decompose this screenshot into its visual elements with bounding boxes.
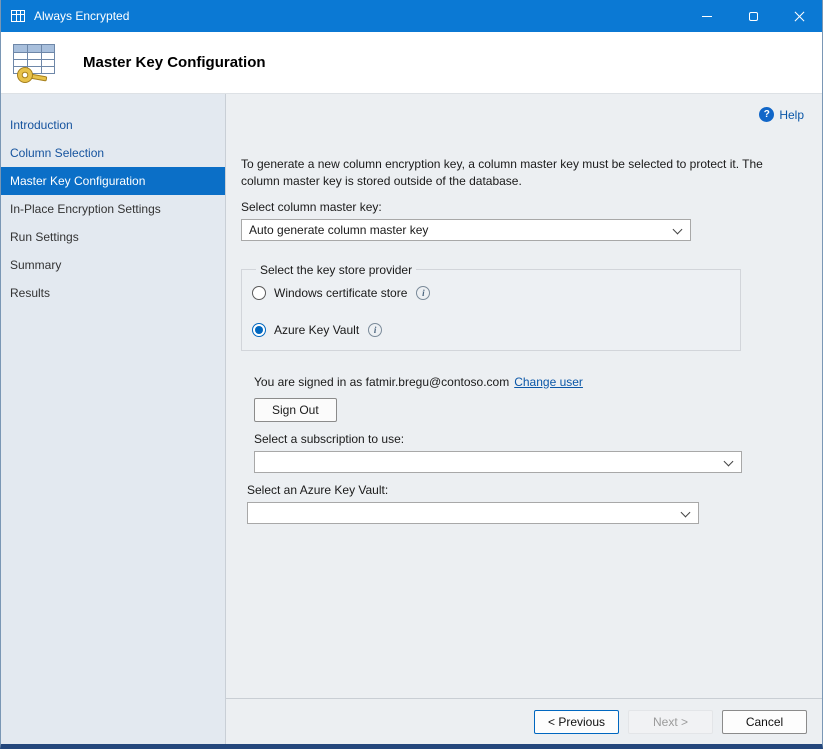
always-encrypted-window: Always Encrypted Master Key Configuratio… — [0, 0, 823, 749]
sidebar-item-summary[interactable]: Summary — [1, 251, 225, 279]
radio-windows-certificate-store[interactable]: Windows certificate store i — [252, 286, 730, 300]
app-icon — [10, 8, 26, 24]
wizard-steps-sidebar: Introduction Column Selection Master Key… — [1, 94, 226, 744]
info-icon[interactable]: i — [368, 323, 382, 337]
maximize-button[interactable] — [730, 0, 776, 32]
radio-icon-selected — [252, 323, 266, 337]
next-button[interactable]: Next > — [628, 710, 713, 734]
radio-icon-unselected — [252, 286, 266, 300]
signed-in-text: You are signed in as fatmir.bregu@contos… — [254, 375, 509, 389]
master-key-combobox[interactable]: Auto generate column master key — [241, 219, 691, 241]
subscription-label: Select a subscription to use: — [254, 432, 822, 446]
close-icon — [794, 11, 805, 22]
minimize-icon — [702, 16, 712, 17]
sidebar-item-in-place-encryption[interactable]: In-Place Encryption Settings — [1, 195, 225, 223]
minimize-button[interactable] — [684, 0, 730, 32]
page-content: ? Help To generate a new column encrypti… — [226, 94, 822, 698]
previous-button[interactable]: < Previous — [534, 710, 619, 734]
content-column: ? Help To generate a new column encrypti… — [226, 94, 822, 744]
window-controls — [684, 0, 822, 32]
radio-label-azure-key-vault: Azure Key Vault — [274, 323, 359, 337]
intro-text: To generate a new column encryption key,… — [241, 156, 786, 190]
wizard-footer: < Previous Next > Cancel — [226, 698, 822, 744]
radio-azure-key-vault[interactable]: Azure Key Vault i — [252, 323, 730, 337]
sidebar-item-column-selection[interactable]: Column Selection — [1, 139, 225, 167]
azure-key-vault-combobox[interactable] — [247, 502, 699, 524]
cancel-button[interactable]: Cancel — [722, 710, 807, 734]
sidebar-item-introduction[interactable]: Introduction — [1, 111, 225, 139]
key-store-provider-legend: Select the key store provider — [256, 263, 416, 277]
sidebar-item-master-key-configuration[interactable]: Master Key Configuration — [1, 167, 225, 195]
wizard-header: Master Key Configuration — [1, 32, 822, 94]
main-row: Introduction Column Selection Master Key… — [1, 94, 822, 744]
table-key-icon — [11, 41, 57, 85]
help-icon: ? — [759, 107, 774, 122]
subscription-combobox[interactable] — [254, 451, 742, 473]
chevron-down-icon — [681, 507, 691, 517]
sidebar-item-results[interactable]: Results — [1, 279, 225, 307]
azure-key-vault-label: Select an Azure Key Vault: — [247, 483, 822, 497]
page-title: Master Key Configuration — [83, 54, 266, 71]
chevron-down-icon — [724, 456, 734, 466]
radio-label-windows-certificate-store: Windows certificate store — [274, 286, 407, 300]
window-title: Always Encrypted — [34, 9, 129, 23]
chevron-down-icon — [673, 224, 683, 234]
sidebar-item-run-settings[interactable]: Run Settings — [1, 223, 225, 251]
titlebar: Always Encrypted — [1, 0, 822, 32]
key-store-provider-group: Select the key store provider Windows ce… — [241, 263, 741, 351]
master-key-combobox-value: Auto generate column master key — [249, 223, 428, 237]
close-button[interactable] — [776, 0, 822, 32]
master-key-label: Select column master key: — [241, 200, 822, 214]
change-user-link[interactable]: Change user — [514, 375, 583, 389]
sign-out-button[interactable]: Sign Out — [254, 398, 337, 422]
maximize-icon — [749, 12, 758, 21]
help-link[interactable]: Help — [779, 108, 804, 122]
signed-in-status: You are signed in as fatmir.bregu@contos… — [254, 375, 822, 389]
help-row: ? Help — [241, 94, 822, 122]
info-icon[interactable]: i — [416, 286, 430, 300]
